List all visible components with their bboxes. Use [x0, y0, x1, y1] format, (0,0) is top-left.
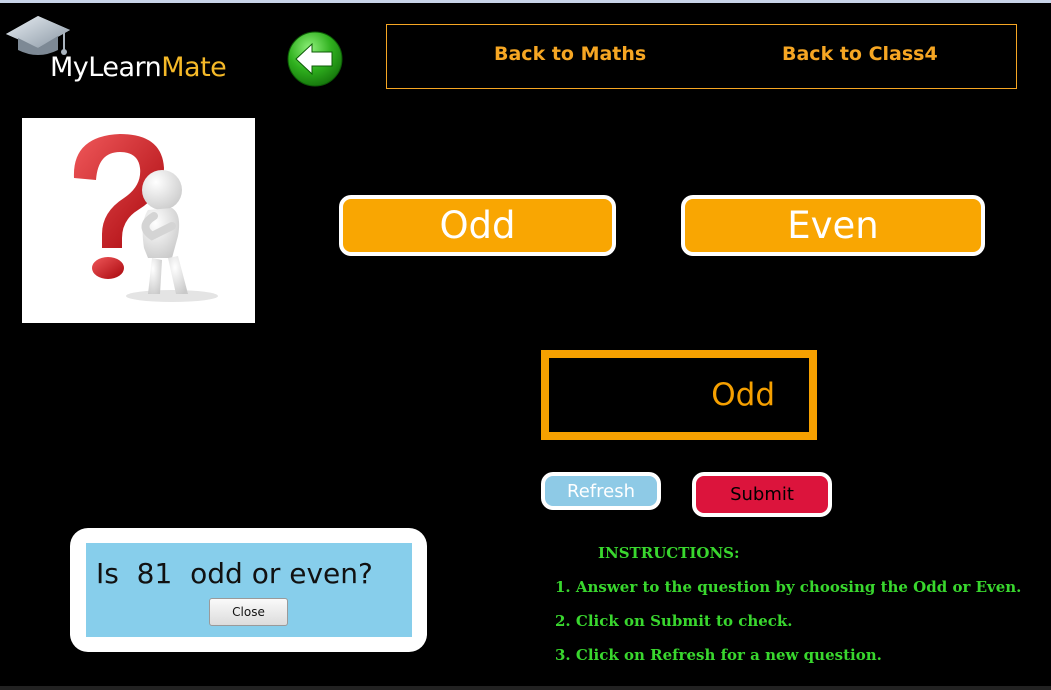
- question-text: Is 81 odd or even?: [96, 557, 373, 590]
- submit-button[interactable]: Submit: [692, 472, 832, 517]
- question-suffix: odd or even?: [190, 557, 373, 590]
- question-prefix: Is: [96, 557, 119, 590]
- logo: MyLearnMate: [4, 6, 264, 96]
- odd-option-button[interactable]: Odd: [339, 195, 616, 256]
- refresh-button[interactable]: Refresh: [541, 472, 661, 510]
- selected-answer-text: Odd: [711, 377, 775, 413]
- instruction-step: 1. Answer to the question by choosing th…: [555, 578, 1022, 596]
- back-to-class-link[interactable]: Back to Class4: [782, 43, 938, 65]
- close-button[interactable]: Close: [209, 598, 288, 626]
- selected-answer-box: Odd: [541, 350, 817, 440]
- bottom-strip: [0, 686, 1051, 690]
- window-top-border: [0, 0, 1051, 3]
- instructions-title: INSTRUCTIONS:: [598, 544, 740, 562]
- left-arrow-circle-icon[interactable]: [286, 30, 344, 88]
- logo-text-learn: Learn: [88, 52, 162, 83]
- question-mark-figure-image: [22, 118, 255, 323]
- back-to-maths-link[interactable]: Back to Maths: [494, 43, 646, 65]
- nav-box: Back to Maths Back to Class4: [386, 24, 1017, 89]
- logo-text-my: My: [50, 52, 89, 83]
- question-number: 81: [136, 557, 173, 590]
- logo-text-mate: Mate: [161, 52, 227, 83]
- instruction-step: 3. Click on Refresh for a new question.: [555, 646, 882, 664]
- even-option-button[interactable]: Even: [681, 195, 985, 256]
- question-dialog: Is 81 odd or even? Close: [70, 528, 427, 652]
- logo-text: MyLearnMate: [50, 52, 227, 83]
- instruction-step: 2. Click on Submit to check.: [555, 612, 793, 630]
- question-panel: Is 81 odd or even? Close: [86, 543, 412, 637]
